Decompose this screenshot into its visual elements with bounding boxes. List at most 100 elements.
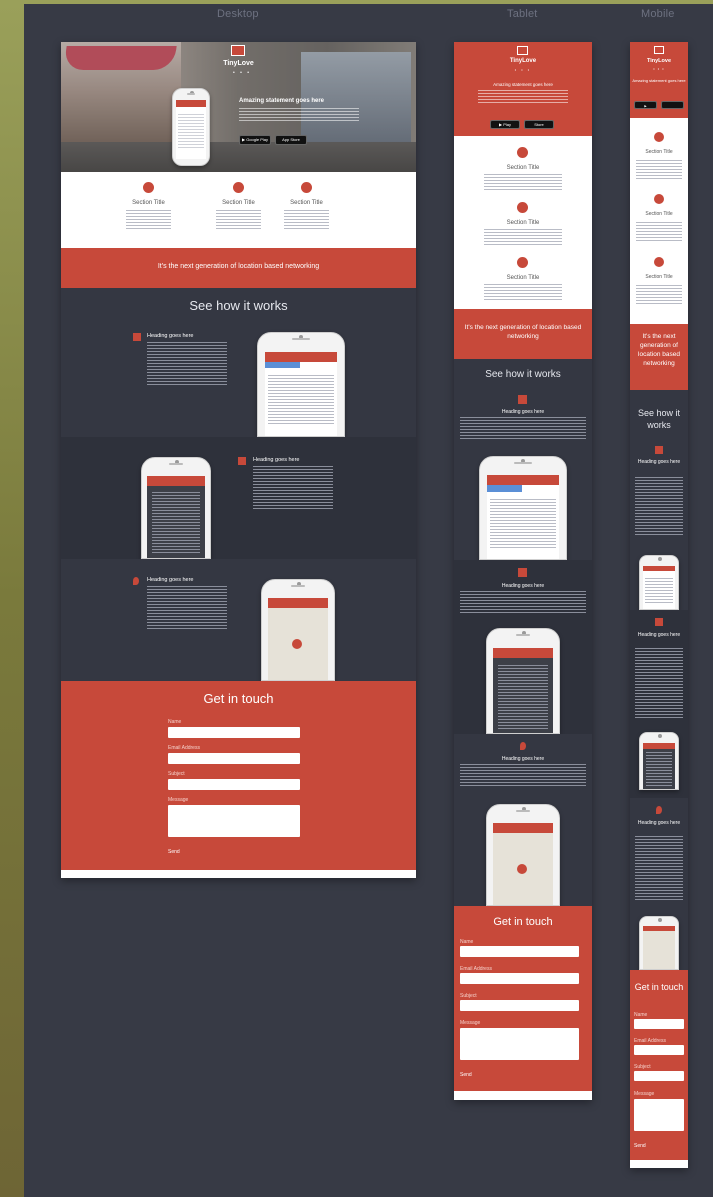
section-title-2: Section Title — [222, 200, 255, 206]
user-icon — [517, 147, 528, 158]
mobile-email-field[interactable] — [634, 1045, 684, 1055]
check-icon — [133, 333, 141, 341]
mobile-feature-heading-2: Heading goes here — [637, 632, 681, 638]
tablet-name-field[interactable] — [460, 946, 579, 957]
tablet-message-label: Message — [460, 1020, 481, 1026]
mobile-subject-label: Subject — [634, 1064, 651, 1070]
feature-phone-1 — [257, 332, 345, 437]
tablet-feature-heading-1: Heading goes here — [501, 409, 545, 415]
map-pin-icon — [520, 742, 526, 750]
tablet-hero: TinyLove • • • Amazing statement goes he… — [454, 42, 592, 136]
subject-field[interactable] — [168, 779, 300, 790]
tablet-feature-heading-3: Heading goes here — [501, 756, 545, 762]
mobile-section-title-2: Section Title — [645, 211, 673, 217]
contact-section: Get in touch Name Email Address Subject … — [61, 681, 416, 870]
tablet-subject-field[interactable] — [460, 1000, 579, 1011]
section-title-3: Section Title — [290, 200, 323, 206]
mobile-send-button[interactable]: Send — [634, 1143, 646, 1149]
user-icon — [517, 202, 528, 213]
app-store-badge[interactable]: App Store — [275, 135, 307, 145]
how-section-2: Heading goes here — [61, 437, 416, 559]
tablet-how-1: See how it works Heading goes here — [454, 359, 592, 560]
mobile-section-title-1: Section Title — [645, 149, 673, 155]
mobile-section-title-3: Section Title — [645, 274, 673, 280]
tablet-footer — [454, 1091, 592, 1100]
how-section-3: Heading goes here — [61, 559, 416, 681]
tablet-sections: Section Title Section Title Section Titl… — [454, 136, 592, 309]
user-icon — [143, 182, 154, 193]
list-icon — [238, 457, 246, 465]
tablet-brand: TinyLove — [509, 58, 537, 64]
app-store-badge[interactable] — [661, 101, 684, 109]
contact-title: Get in touch — [203, 691, 274, 706]
tablet-contact: Get in touch Name Email Address Subject … — [454, 906, 592, 1091]
message-label: Message — [168, 797, 189, 803]
tablet-feature-heading-2: Heading goes here — [501, 583, 545, 589]
tablet-name-label: Name — [460, 939, 474, 945]
hero-statement: Amazing statement goes here — [239, 98, 325, 104]
mobile-subject-field[interactable] — [634, 1071, 684, 1081]
user-icon — [654, 132, 664, 142]
email-label: Email Address — [168, 745, 200, 751]
mobile-feature-heading-1: Heading goes here — [637, 459, 681, 465]
design-canvas: Desktop Tablet Mobile TinyLove • • • Ama… — [24, 4, 713, 1197]
google-play-badge[interactable]: ▶ Google Play — [239, 135, 271, 145]
mobile-sections: Section Title Section Title Section Titl… — [630, 118, 688, 324]
mobile-banner: It's the next generation of location bas… — [630, 324, 688, 390]
how-section-1: See how it works Heading goes here — [61, 288, 416, 437]
banner-text: It's the next generation of location bas… — [157, 263, 320, 270]
user-icon — [517, 257, 528, 268]
feature-heading-3: Heading goes here — [147, 577, 194, 583]
logo-icon — [654, 46, 664, 54]
how-title: See how it works — [189, 298, 288, 313]
sections-strip: Section Title Section Title Section Titl… — [61, 172, 416, 248]
mobile-phone-2 — [639, 732, 679, 790]
column-label-mobile: Mobile — [641, 8, 675, 20]
mobile-message-field[interactable] — [634, 1099, 684, 1131]
tablet-email-field[interactable] — [460, 973, 579, 984]
mobile-footer — [630, 1160, 688, 1168]
subject-label: Subject — [168, 771, 185, 777]
google-play-badge[interactable]: ▶ Play — [490, 120, 520, 129]
mobile-feature-heading-3: Heading goes here — [637, 820, 681, 826]
tablet-how-2: Heading goes here — [454, 560, 592, 734]
email-field[interactable] — [168, 753, 300, 764]
hero-copy — [239, 108, 359, 121]
mobile-phone-3 — [639, 916, 679, 970]
send-button[interactable]: Send — [168, 849, 180, 855]
check-icon — [518, 395, 527, 404]
mobile-how-1: See how it works Heading goes here — [630, 390, 688, 610]
mobile-email-label: Email Address — [634, 1038, 666, 1044]
brand-name: TinyLove — [223, 60, 254, 67]
column-label-desktop: Desktop — [217, 8, 259, 20]
logo-icon — [517, 46, 528, 55]
tablet-message-field[interactable] — [460, 1028, 579, 1060]
tablet-mockup: TinyLove • • • Amazing statement goes he… — [454, 42, 592, 1100]
mobile-hero: TinyLove • • • Amazing statement goes he… — [630, 42, 688, 118]
mobile-brand: TinyLove — [646, 58, 672, 64]
mobile-contact-title: Get in touch — [634, 982, 684, 992]
tablet-section-title-1: Section Title — [506, 165, 540, 171]
mobile-how-title: See how it works — [637, 408, 681, 430]
tablet-email-label: Email Address — [460, 966, 492, 972]
mobile-banner-text: It's the next generation of location bas… — [638, 333, 680, 367]
feature-phone-2 — [141, 457, 211, 559]
app-store-badge[interactable]: Store — [524, 120, 554, 129]
list-icon — [518, 568, 527, 577]
footer — [61, 870, 416, 878]
tablet-phone-2 — [486, 628, 560, 734]
mobile-name-field[interactable] — [634, 1019, 684, 1029]
logo-icon — [231, 45, 245, 56]
tablet-hero-statement: Amazing statement goes here — [493, 82, 553, 87]
user-icon — [654, 194, 664, 204]
google-play-badge[interactable]: ▶ — [634, 101, 657, 109]
name-label: Name — [168, 719, 182, 725]
tablet-banner-text: It's the next generation of location bas… — [464, 324, 582, 340]
message-field[interactable] — [168, 805, 300, 837]
column-label-tablet: Tablet — [507, 8, 538, 20]
user-icon — [233, 182, 244, 193]
feature-phone-3 — [261, 579, 335, 681]
tablet-send-button[interactable]: Send — [460, 1072, 472, 1078]
name-field[interactable] — [168, 727, 300, 738]
map-pin-icon — [656, 806, 662, 814]
